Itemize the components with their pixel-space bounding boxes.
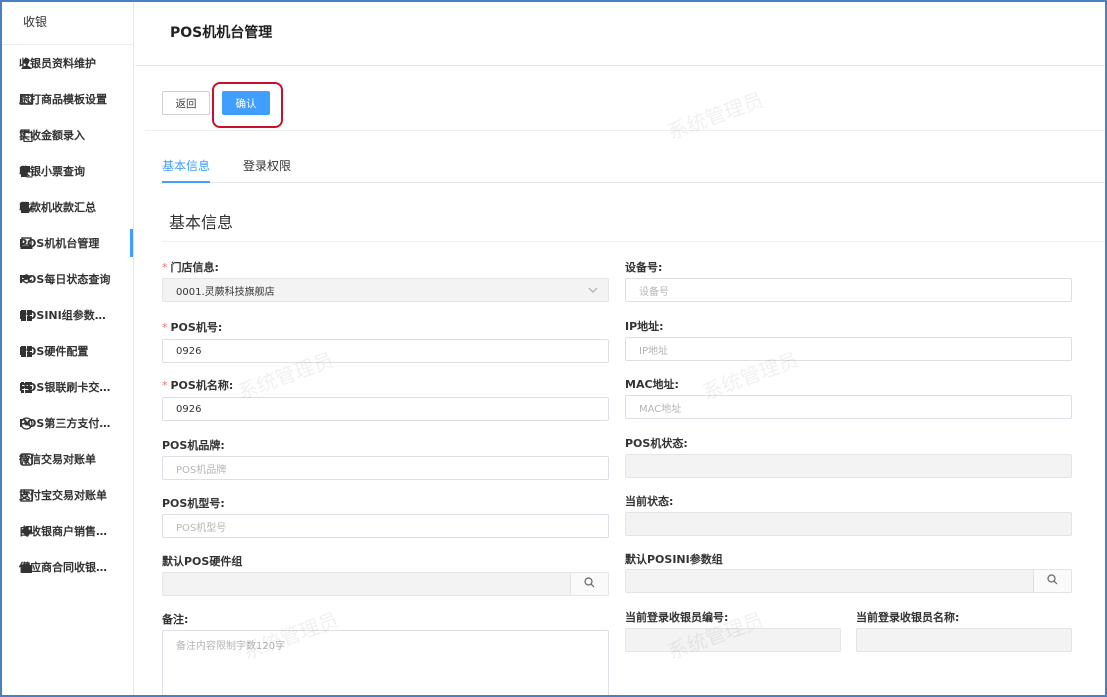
search-icon (1047, 574, 1058, 588)
sidebar-item-label: 收银小票查询 (19, 165, 85, 178)
sidebar-item-label: POSINI组参数设置 (19, 309, 115, 322)
sidebar: 收银 收银员资料维护 厨打商品模板设置 实收金额录入 收银小票查询 收款机收款汇… (2, 2, 134, 695)
sidebar-item-posini-params[interactable]: POSINI组参数设置 (2, 297, 133, 333)
mac-input[interactable]: MAC地址 (625, 395, 1072, 419)
sidebar-item-label: POS硬件配置 (19, 345, 89, 358)
sidebar-item-label: POS第三方支付付... (19, 417, 115, 430)
sidebar-item-kitchen-template[interactable]: 厨打商品模板设置 (2, 81, 133, 117)
cashier-name-label: 当前登录收银员名称: (856, 611, 960, 624)
sidebar-item-label: POS每日状态查询 (19, 273, 111, 286)
cashier-no-label: 当前登录收银员编号: (625, 611, 729, 624)
pos-name-label: * POS机名称: (162, 377, 233, 393)
pos-no-label: * POS机号: (162, 319, 222, 335)
current-status-input (625, 512, 1072, 536)
remark-textarea[interactable]: 备注内容限制字数120字 (162, 630, 609, 695)
cashier-name-input (856, 628, 1072, 652)
sidebar-item-pos-daily-status[interactable]: POS每日状态查询 (2, 261, 133, 297)
tab-basic-info[interactable]: 基本信息 (162, 157, 210, 183)
sidebar-item-label: 收银员资料维护 (19, 57, 96, 70)
hw-group-search-button[interactable] (570, 573, 608, 595)
pos-status-input (625, 454, 1072, 478)
sidebar-item-third-party-pay[interactable]: POS第三方支付付... (2, 405, 133, 441)
sidebar-item-label: 实收金额录入 (19, 129, 85, 142)
ip-input[interactable]: IP地址 (625, 337, 1072, 361)
ini-group-search-button[interactable] (1033, 570, 1071, 592)
pos-status-label: POS机状态: (625, 437, 688, 450)
sidebar-item-pos-management[interactable]: POS机机台管理 (2, 225, 133, 261)
toolbar: 返回 确认 (145, 75, 1105, 131)
section-divider (162, 241, 1105, 242)
brand-input[interactable]: POS机品牌 (162, 456, 609, 480)
sidebar-item-label: 微信交易对账单 (19, 453, 96, 466)
hw-group-input[interactable] (162, 572, 609, 596)
sidebar-item-label: 供应商合同收银付... (19, 561, 115, 574)
required-mark: * (162, 261, 168, 274)
ini-group-input[interactable] (625, 569, 1072, 593)
sidebar-item-receipt-query[interactable]: 收银小票查询 (2, 153, 133, 189)
sidebar-item-label: 收款机收款汇总 (19, 201, 96, 214)
sidebar-header: 收银 (2, 2, 133, 45)
content-panel: 返回 确认 基本信息 登录权限 基本信息 * 门店信息: 0001.灵蕨科技旗舰店… (145, 75, 1105, 695)
pos-name-input[interactable]: 0926 (162, 397, 609, 421)
confirm-button[interactable]: 确认 (222, 91, 270, 115)
sidebar-item-label: 支付宝交易对账单 (19, 489, 107, 502)
page-title: POS机机台管理 (170, 25, 273, 41)
brand-label: POS机品牌: (162, 439, 225, 452)
store-select[interactable]: 0001.灵蕨科技旗舰店 (162, 278, 609, 302)
chevron-down-icon (588, 285, 598, 298)
back-button[interactable]: 返回 (162, 91, 210, 115)
sidebar-item-label: 厨打商品模板设置 (19, 93, 107, 106)
tab-bar: 基本信息 登录权限 (162, 157, 1105, 183)
store-label: * 门店信息: (162, 259, 219, 275)
required-mark: * (162, 379, 168, 392)
sidebar-item-register-summary[interactable]: 收款机收款汇总 (2, 189, 133, 225)
mac-label: MAC地址: (625, 378, 679, 391)
sidebar-item-supplier-contract[interactable]: 供应商合同收银付... (2, 549, 133, 585)
sidebar-item-cashier-info[interactable]: 收银员资料维护 (2, 45, 133, 81)
required-mark: * (162, 321, 168, 334)
sidebar-item-amount-entry[interactable]: 实收金额录入 (2, 117, 133, 153)
top-bar: POS机机台管理 (135, 2, 1105, 66)
device-no-label: 设备号: (625, 261, 663, 274)
pos-no-input[interactable]: 0926 (162, 339, 609, 363)
section-title: 基本信息 (169, 213, 234, 232)
sidebar-item-alipay-statement[interactable]: 支付宝交易对账单 (2, 477, 133, 513)
cashier-no-input (625, 628, 841, 652)
sidebar-item-merchant-sales[interactable]: 自收银商户销售录入 (2, 513, 133, 549)
hw-group-label: 默认POS硬件组 (162, 555, 243, 568)
sidebar-item-label: POS机机台管理 (19, 237, 100, 250)
sidebar-item-wechat-statement[interactable]: 微信交易对账单 (2, 441, 133, 477)
sidebar-item-pos-hardware[interactable]: POS硬件配置 (2, 333, 133, 369)
sidebar-item-label: 自收银商户销售录入 (19, 525, 115, 538)
store-select-value: 0001.灵蕨科技旗舰店 (176, 286, 275, 298)
current-status-label: 当前状态: (625, 495, 674, 508)
remark-label: 备注: (162, 613, 189, 626)
sidebar-item-label: POS银联刷卡交易... (19, 381, 115, 394)
ini-group-label: 默认POSINI参数组 (625, 553, 723, 566)
pos-name-label-text: POS机名称: (170, 379, 234, 392)
sidebar-item-unionpay[interactable]: POS银联刷卡交易... (2, 369, 133, 405)
model-input[interactable]: POS机型号 (162, 514, 609, 538)
tab-login-permission[interactable]: 登录权限 (243, 157, 291, 183)
store-label-text: 门店信息: (170, 261, 219, 274)
ip-label: IP地址: (625, 320, 664, 333)
pos-no-label-text: POS机号: (170, 321, 223, 334)
search-icon (584, 577, 595, 591)
model-label: POS机型号: (162, 497, 225, 510)
device-no-input[interactable]: 设备号 (625, 278, 1072, 302)
app-window: 收银 收银员资料维护 厨打商品模板设置 实收金额录入 收银小票查询 收款机收款汇… (0, 0, 1107, 697)
